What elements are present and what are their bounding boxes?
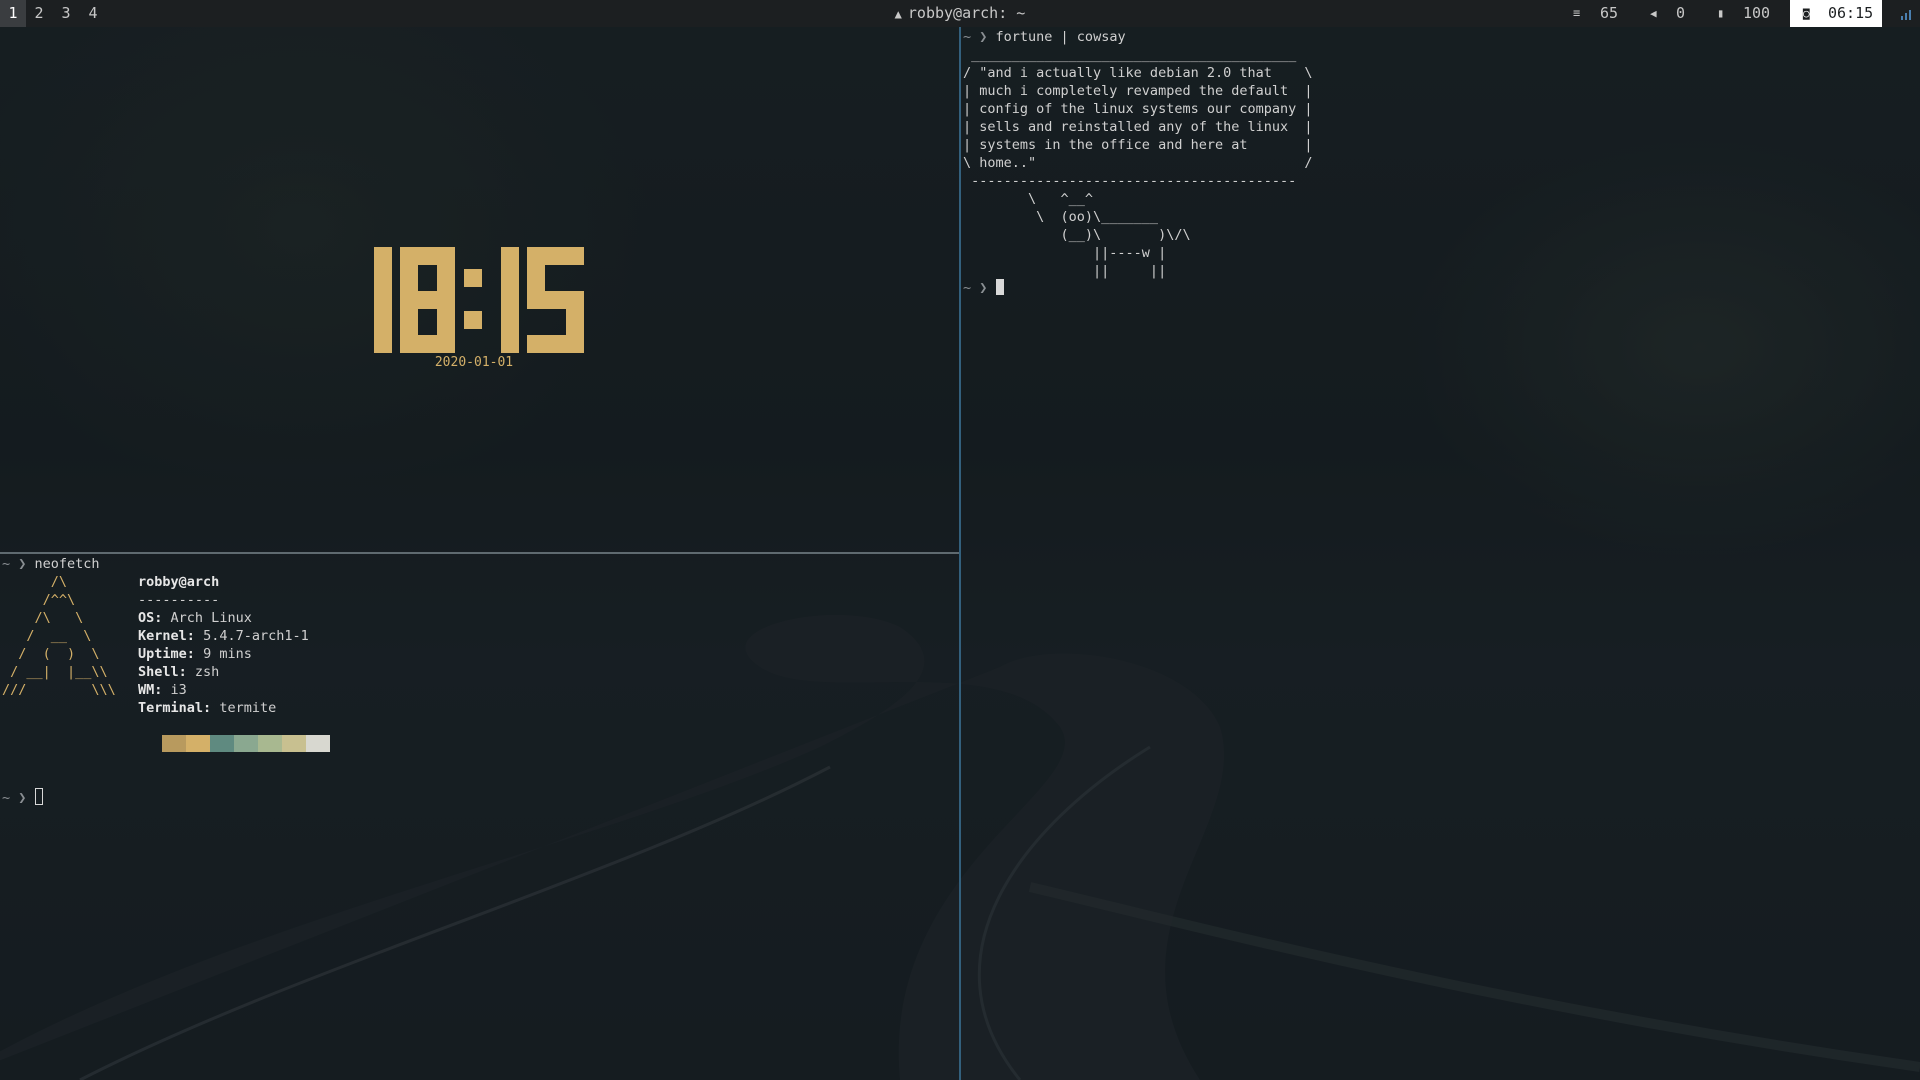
active-prompt-line: ~ ❯ — [963, 279, 1004, 297]
volume-value[interactable]: 0 — [1676, 0, 1685, 27]
palette-swatch — [186, 735, 210, 752]
command-text: neofetch — [34, 556, 100, 572]
arch-logo-icon: ▲ — [894, 7, 902, 21]
output-line: (__)\ )\/\ — [963, 227, 1191, 243]
output-line: ________________________________________ — [963, 47, 1297, 63]
cowsay-terminal-pane[interactable]: ~ ❯ fortune | cowsay ___________________… — [961, 27, 1920, 1080]
output-line: ||----w | — [963, 245, 1167, 261]
command-line: ~ ❯ neofetch — [2, 555, 100, 573]
bar-clock[interactable]: ◙ 06:15 — [1790, 0, 1882, 27]
window-title: ▲ robby@arch: ~ — [0, 0, 1920, 28]
output-line: | config of the linux systems our compan… — [963, 101, 1313, 117]
big-clock-display — [374, 247, 584, 353]
output-line: \ ^__^ — [963, 191, 1094, 207]
logo-line: /^^\ — [2, 592, 76, 608]
user-host: robby@arch — [138, 574, 220, 590]
logo-line: /// \\\ — [2, 682, 116, 698]
command-line: ~ ❯ fortune | cowsay — [963, 28, 1126, 46]
clock-terminal-pane[interactable]: 2020-01-01 — [0, 27, 959, 552]
logo-line: / ( ) \ — [2, 646, 100, 662]
color-palette — [162, 735, 330, 752]
window-title-text: robby@arch: ~ — [907, 4, 1026, 22]
text-cursor — [995, 279, 1004, 295]
output-line: | sells and reinstalled any of the linux… — [963, 119, 1313, 135]
output-line: \ (oo)\_______ — [963, 209, 1159, 225]
bar-clock-time: 06:15 — [1828, 4, 1874, 22]
palette-swatch — [234, 735, 258, 752]
info-row-os: OS: Arch Linux — [138, 610, 252, 626]
separator: ---------- — [138, 592, 220, 608]
neofetch-terminal-pane[interactable]: ~ ❯ neofetch /\ /^^\ /\ \ / __ \ / ( ) \… — [0, 554, 959, 1080]
prompt: ~ ❯ — [2, 556, 27, 572]
info-row-shell: Shell: zsh — [138, 664, 220, 680]
wifi-signal-icon[interactable] — [1900, 0, 1914, 27]
output-line: | systems in the office and here at | — [963, 137, 1313, 153]
status-bar: 1 2 3 4 ▲ robby@arch: ~ ≡ 65 ◀ 0 ▮ 100 ◙ … — [0, 0, 1920, 27]
output-line: ---------------------------------------- — [963, 173, 1297, 189]
brightness-icon: ≡ — [1573, 6, 1581, 20]
palette-swatch — [258, 735, 282, 752]
battery-value: 100 — [1743, 4, 1771, 22]
info-row-kernel: Kernel: 5.4.7-arch1-1 — [138, 628, 309, 644]
logo-line: /\ — [2, 574, 68, 590]
brightness-value[interactable]: 65 — [1600, 0, 1618, 27]
output-line: || || — [963, 263, 1167, 279]
palette-swatch — [210, 735, 234, 752]
command-text: fortune | cowsay — [995, 29, 1126, 45]
output-line: | much i completely revamped the default… — [963, 83, 1313, 99]
output-line: / "and i actually like debian 2.0 that \ — [963, 65, 1313, 81]
battery-icon: ▮ — [1717, 6, 1725, 20]
palette-swatch — [306, 735, 330, 752]
info-row-uptime: Uptime: 9 mins — [138, 646, 252, 662]
prompt: ~ ❯ — [2, 790, 27, 806]
info-row-terminal: Terminal: termite — [138, 700, 277, 716]
volume-icon: ◀ — [1650, 7, 1657, 20]
prompt: ~ ❯ — [963, 280, 988, 296]
logo-line: /\ \ — [2, 610, 84, 626]
output-line: \ home.." / — [963, 155, 1313, 171]
text-cursor — [34, 788, 43, 805]
info-row-wm: WM: i3 — [138, 682, 187, 698]
clock-date: 2020-01-01 — [434, 355, 514, 370]
logo-line: / __| |__\\ — [2, 664, 108, 680]
logo-line: / __ \ — [2, 628, 92, 644]
prompt: ~ ❯ — [963, 29, 988, 45]
palette-swatch — [162, 735, 186, 752]
active-prompt-line: ~ ❯ — [2, 788, 43, 807]
palette-swatch — [282, 735, 306, 752]
clock-icon: ◙ — [1803, 7, 1810, 20]
